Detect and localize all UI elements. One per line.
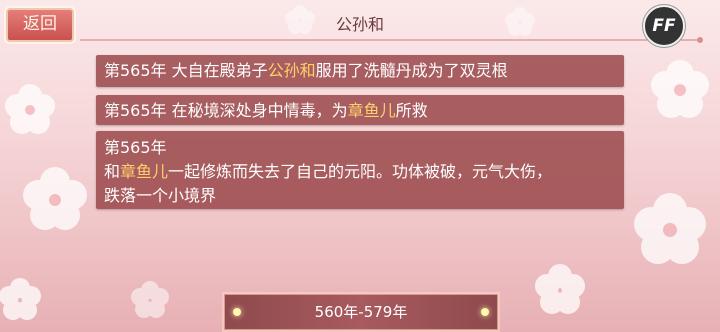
event-year: 第565年 xyxy=(104,138,167,157)
fast-forward-button[interactable]: FF xyxy=(643,5,685,47)
page-title: 公孙和 xyxy=(335,15,384,34)
event-row-1: 第565年 大自在殿弟子公孙和服用了洗髓丹成为了双灵根 xyxy=(96,55,624,87)
event-year: 第565年 xyxy=(104,61,167,80)
character-name-highlight: 章鱼儿 xyxy=(120,162,169,181)
event-text: 跌落一个小境界 xyxy=(104,186,217,205)
event-row-3: 第565年 和章鱼儿一起修炼而失去了自己的元阳。功体被破，元气大伤， 跌落一个小… xyxy=(96,131,624,209)
left-glow-dot-icon xyxy=(233,308,241,316)
event-text: 一起修炼而失去了自己的元阳。功体被破，元气大伤， xyxy=(168,162,553,181)
event-row-2: 第565年 在秘境深处身中情毒，为章鱼儿所救 xyxy=(96,95,624,125)
event-line: 和章鱼儿一起修炼而失去了自己的元阳。功体被破，元气大伤， xyxy=(104,160,616,184)
event-text: 大自在殿弟子 xyxy=(166,61,268,80)
year-range-label: 560年-579年 xyxy=(314,303,408,321)
character-name-highlight: 公孙和 xyxy=(267,61,316,80)
event-text: 在秘境深处身中情毒，为 xyxy=(166,101,348,120)
event-text: 服用了洗髓丹成为了双灵根 xyxy=(315,61,508,80)
character-name-highlight: 章鱼儿 xyxy=(347,101,396,120)
year-range-selector[interactable]: 560年-579年 xyxy=(224,294,498,330)
right-glow-dot-icon xyxy=(481,308,489,316)
event-year: 第565年 xyxy=(104,101,167,120)
event-text: 和 xyxy=(104,162,121,181)
event-text: 所救 xyxy=(395,101,428,120)
